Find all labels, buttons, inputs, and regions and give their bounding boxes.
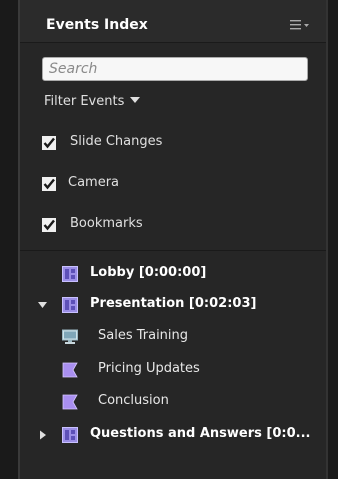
tree-item-label: Questions and Answers [0:0... [90, 426, 311, 441]
filter-camera-label: Camera [68, 175, 120, 190]
filter-slide-changes-label: Slide Changes [70, 134, 163, 149]
panel-header: Events Index [20, 0, 326, 43]
tree-item-label: Lobby [0:00:00] [90, 265, 207, 280]
slide-layout-icon [62, 266, 78, 282]
app-frame: Events Index Filter Events Slide Changes [0, 0, 338, 479]
filter-events-dropdown[interactable]: Filter Events [44, 94, 141, 109]
panel-menu-icon[interactable] [290, 19, 310, 31]
panel-right-edge [326, 0, 328, 479]
slide-layout-icon [62, 297, 78, 313]
checkbox-checked-icon [42, 136, 56, 150]
tree-item-label: Conclusion [98, 393, 169, 408]
collapsed-arrow-icon[interactable] [38, 430, 48, 440]
events-index-panel: Events Index Filter Events Slide Changes [20, 0, 326, 479]
section-divider [20, 250, 326, 251]
expanded-arrow-icon[interactable] [38, 300, 48, 310]
tree-item-label: Presentation [0:02:03] [90, 296, 257, 311]
slide-layout-icon [62, 427, 78, 443]
filter-bookmarks-label: Bookmarks [70, 216, 143, 231]
search-input[interactable] [42, 57, 308, 81]
checkbox-checked-icon [42, 177, 56, 191]
bookmark-flag-icon [62, 394, 78, 410]
tree-item-label: Sales Training [98, 328, 189, 343]
bookmark-flag-icon [62, 362, 78, 378]
filter-events-label: Filter Events [44, 94, 125, 109]
chevron-down-icon [130, 97, 141, 103]
monitor-icon [62, 329, 78, 344]
checkbox-checked-icon [42, 218, 56, 232]
panel-title: Events Index [46, 17, 148, 33]
tree-item-label: Pricing Updates [98, 361, 200, 376]
